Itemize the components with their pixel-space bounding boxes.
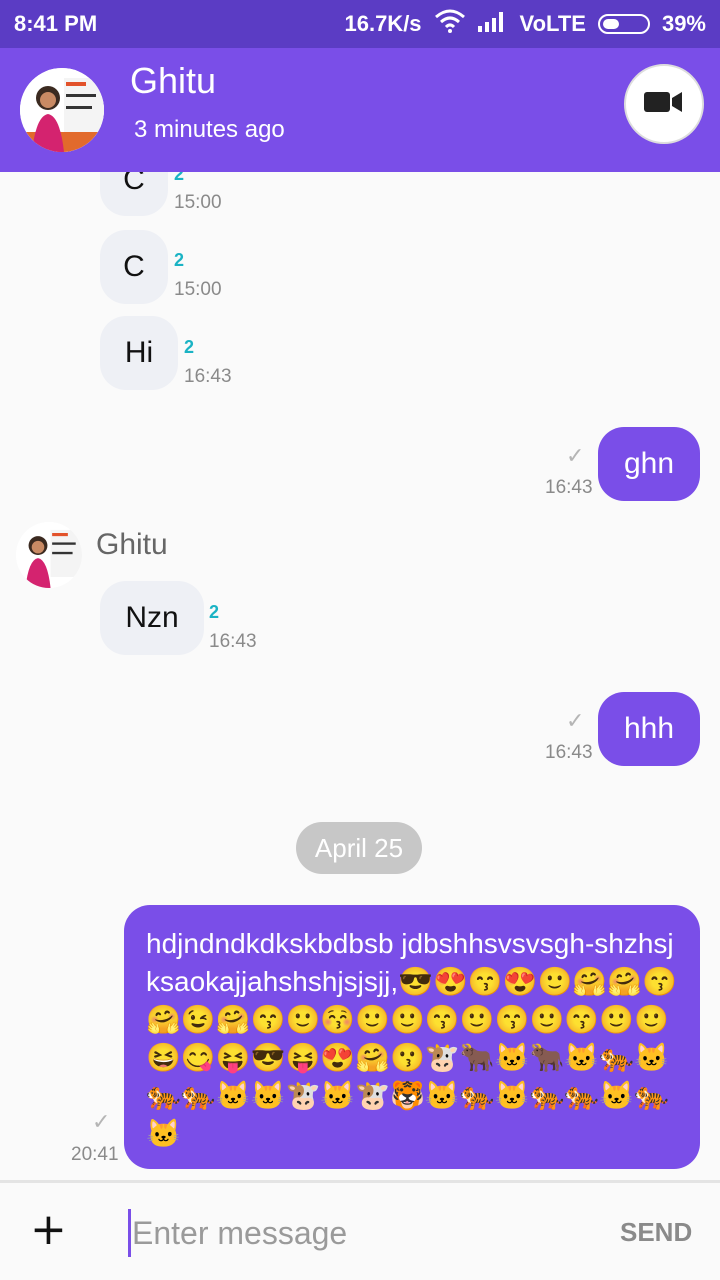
message-time: 16:43 <box>545 742 593 763</box>
incoming-message-bubble[interactable]: Nzn <box>100 581 204 655</box>
message-text: Hi <box>124 336 154 369</box>
incoming-message-bubble[interactable]: C <box>100 230 168 304</box>
status-time: 8:41 PM <box>14 11 98 36</box>
message-text: C <box>123 172 145 196</box>
plus-icon[interactable]: + <box>30 1205 67 1255</box>
text-cursor <box>128 1209 131 1257</box>
wifi-icon <box>434 9 466 39</box>
network-speed: 16.7K/s <box>344 11 422 36</box>
message-list[interactable]: C 2 15:00 C 2 15:00 Hi 2 16:43 ✓ 16:43 g… <box>0 172 720 1180</box>
unread-count: 2 <box>174 250 185 270</box>
unread-count: 2 <box>184 337 195 357</box>
message-input[interactable] <box>132 1205 572 1261</box>
date-separator: April 25 <box>296 822 422 874</box>
message-time: 15:00 <box>174 192 222 213</box>
incoming-message-bubble[interactable]: C <box>100 172 168 216</box>
message-composer: + SEND <box>0 1180 720 1280</box>
outgoing-message-bubble[interactable]: hhh <box>598 692 700 766</box>
battery-icon <box>597 14 650 34</box>
message-text: C <box>123 250 145 283</box>
video-call-button[interactable] <box>624 64 704 144</box>
sent-check-icon: ✓ <box>92 1110 111 1135</box>
sent-check-icon: ✓ <box>566 709 585 734</box>
message-time: 20:41 <box>71 1144 119 1165</box>
unread-count: 2 <box>209 602 220 622</box>
signal-icon <box>477 10 508 38</box>
network-type: VoLTE <box>519 11 586 36</box>
message-time: 15:00 <box>174 279 222 300</box>
unread-count: 2 <box>174 172 185 184</box>
video-camera-icon <box>644 90 684 118</box>
status-bar: 8:41 PM 16.7K/s VoLTE 39% <box>0 0 720 48</box>
message-text: hhh <box>623 712 675 745</box>
message-text: hdjndndkdkskbdbsb jdbshhsvsvsgh-shzhsjks… <box>146 928 678 1149</box>
last-seen: 3 minutes ago <box>134 116 285 143</box>
message-text: ghn <box>623 447 675 480</box>
outgoing-message-bubble[interactable]: ghn <box>598 427 700 501</box>
send-button[interactable]: SEND <box>620 1217 692 1248</box>
sender-avatar[interactable] <box>16 522 82 588</box>
sender-name: Ghitu <box>96 528 168 561</box>
battery-percent: 39% <box>661 11 706 36</box>
chat-header: Ghitu 3 minutes ago <box>0 48 720 172</box>
sent-check-icon: ✓ <box>566 444 585 469</box>
status-icons: 16.7K/s VoLTE 39% <box>344 9 706 39</box>
contact-name: Ghitu <box>130 60 217 101</box>
battery-level <box>602 19 619 29</box>
contact-avatar[interactable] <box>20 68 104 152</box>
message-time: 16:43 <box>545 477 593 498</box>
message-time: 16:43 <box>209 631 257 652</box>
incoming-message-bubble[interactable]: Hi <box>100 316 178 390</box>
message-time: 16:43 <box>184 366 232 387</box>
message-text: Nzn <box>125 601 179 634</box>
outgoing-message-bubble[interactable]: hdjndndkdkskbdbsb jdbshhsvsvsgh-shzhsjks… <box>124 905 700 1169</box>
